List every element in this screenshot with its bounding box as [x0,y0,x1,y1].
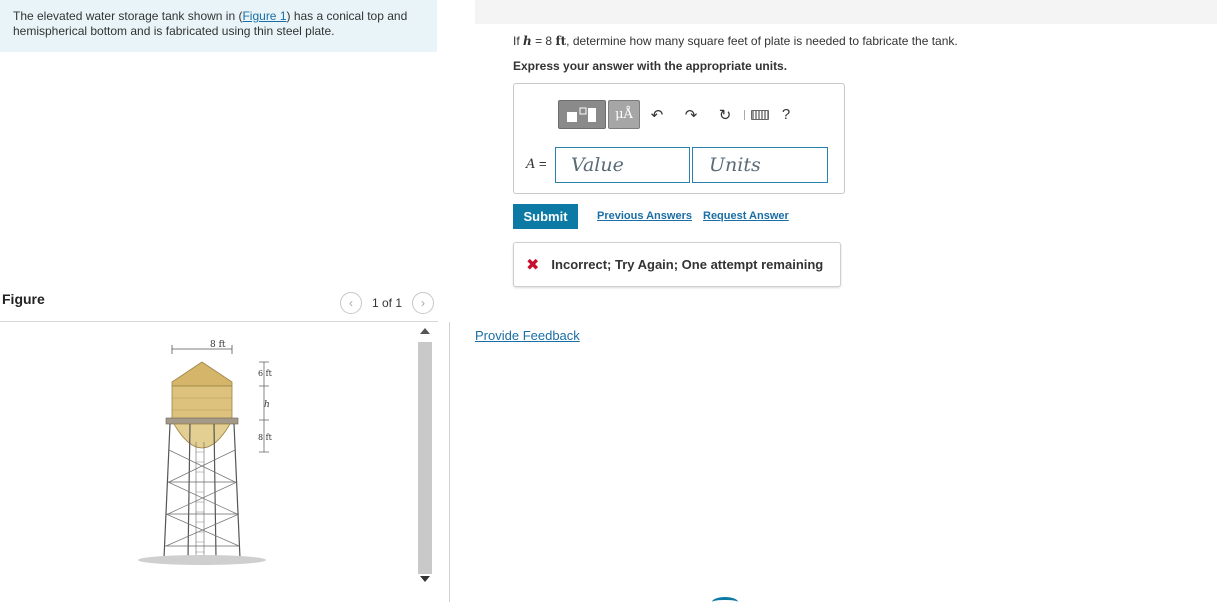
problem-text: The elevated water storage tank shown in… [13,9,408,38]
h-label: h [264,400,270,410]
instruction-text: Express your answer with the appropriate… [513,59,788,73]
water-tower-illustration: 8 ft 6 ft h 8 ft [138,340,273,565]
figure-image: 8 ft 6 ft h 8 ft [120,332,310,572]
provide-feedback-link[interactable]: Provide Feedback [475,328,580,343]
units-button[interactable]: μÅ [608,100,640,129]
cone-height-label: 6 ft [258,369,273,378]
previous-answers-link[interactable]: Previous Answers [597,210,692,222]
templates-icon [567,107,596,122]
loading-indicator [712,597,738,602]
submit-button[interactable]: Submit [513,204,578,229]
next-figure-button[interactable]: › [412,292,435,314]
templates-button[interactable] [558,100,606,129]
reset-icon[interactable]: ↻ [708,100,742,129]
value-input[interactable] [555,147,690,183]
top-width-label: 8 ft [210,340,226,350]
figure-scrollbar[interactable] [416,324,434,594]
divider [0,321,438,322]
problem-statement: The elevated water storage tank shown in… [0,0,437,52]
redo-icon[interactable]: ↷ [674,100,708,129]
chevron-left-icon: ‹ [349,296,353,310]
scroll-thumb[interactable] [418,342,432,574]
figure-title: Figure [2,291,45,307]
answer-label: A = [526,156,547,172]
figure-pager: ‹ 1 of 1 › [340,292,435,314]
answer-box: μÅ ↶ ↷ ↻ ? A = [513,83,845,194]
keyboard-icon [751,109,769,120]
scroll-up-icon[interactable] [420,328,430,334]
question-text: If h = 8 ft, determine how many square f… [513,34,958,48]
figure-link[interactable]: Figure 1 [242,9,286,23]
chevron-right-icon: › [421,296,426,310]
feedback-message: ✖ Incorrect; Try Again; One attempt rema… [513,242,841,287]
error-icon: ✖ [526,256,540,274]
undo-icon[interactable]: ↶ [640,100,674,129]
units-input[interactable] [692,147,828,183]
panel-divider [449,322,450,602]
math-toolbar: μÅ ↶ ↷ ↻ ? [558,100,799,129]
separator [744,109,745,120]
figure-count: 1 of 1 [372,296,403,310]
feedback-text: Incorrect; Try Again; One attempt remain… [551,257,824,272]
request-answer-link[interactable]: Request Answer [703,210,789,222]
bottom-label: 8 ft [258,433,273,442]
header-bar [475,0,1217,24]
help-button[interactable]: ? [773,100,799,129]
keyboard-button[interactable] [747,100,773,129]
prev-figure-button[interactable]: ‹ [340,292,362,314]
scroll-down-icon[interactable] [420,576,430,582]
